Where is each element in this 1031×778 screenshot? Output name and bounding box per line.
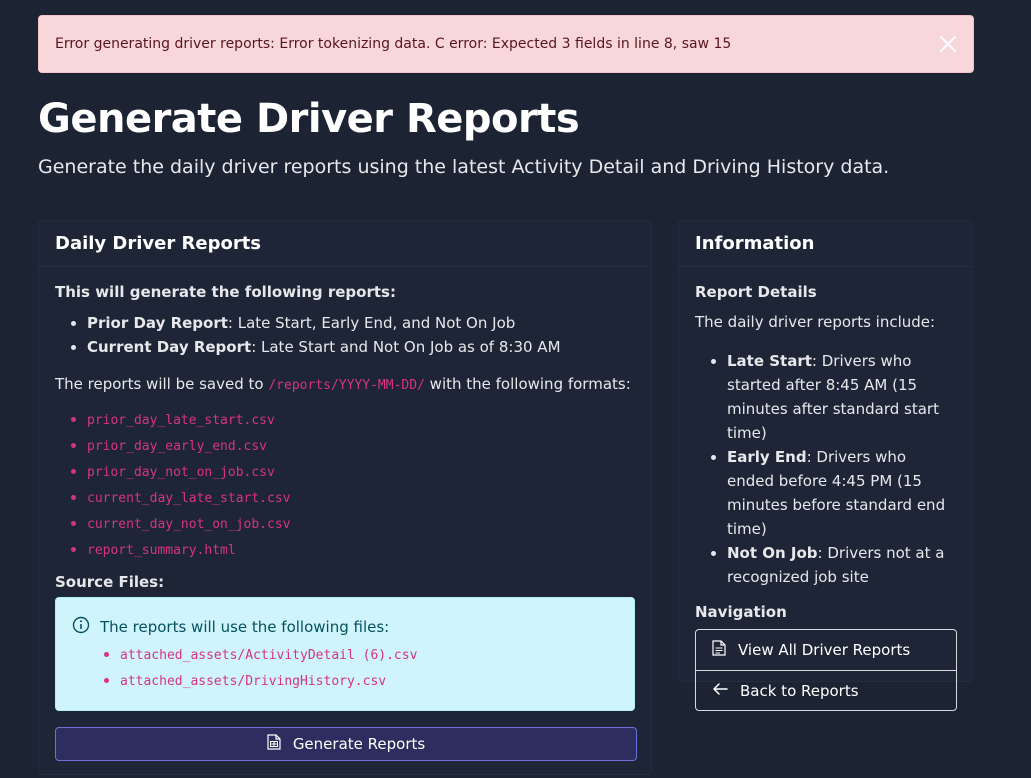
page-subtitle: Generate the daily driver reports using … [38,156,890,178]
detail-name: Early End [727,448,807,466]
list-item: Not On Job: Drivers not at a recognized … [727,541,956,589]
list-item: attached_assets/DrivingHistory.csv [120,668,618,694]
daily-reports-card: Daily Driver Reports This will generate … [38,220,652,775]
nav-label: View All Driver Reports [738,641,911,659]
page-title: Generate Driver Reports [38,96,580,142]
list-item: prior_day_not_on_job.csv [87,459,635,485]
navigation-title: Navigation [695,603,787,621]
report-name: Current Day Report [87,338,252,356]
source-files-list: attached_assets/ActivityDetail (6).csv a… [72,642,618,694]
format-file: report_summary.html [87,543,236,558]
detail-name: Late Start [727,352,812,370]
information-card: Information Report Details The daily dri… [678,220,973,711]
arrow-left-icon [712,682,728,700]
reports-intro: This will generate the following reports… [55,283,396,301]
info-text: The reports will use the following files… [100,618,390,636]
details-title: Report Details [695,283,817,301]
details-intro: The daily driver reports include: [695,313,936,331]
save-path: /reports/YYYY-MM-DD/ [268,378,425,393]
spreadsheet-icon [267,734,281,754]
back-to-reports-link[interactable]: Back to Reports [696,670,956,710]
reports-list: Prior Day Report: Late Start, Early End,… [55,311,635,359]
source-file: attached_assets/DrivingHistory.csv [120,674,387,689]
save-location-text: The reports will be saved to /reports/YY… [55,375,635,393]
view-all-reports-link[interactable]: View All Driver Reports [696,630,956,670]
error-alert: Error generating driver reports: Error t… [38,15,974,73]
list-item: prior_day_late_start.csv [87,407,635,433]
document-icon [712,640,726,660]
save-prefix: The reports will be saved to [55,375,269,393]
card-title: Information [679,221,972,267]
list-item: Current Day Report: Late Start and Not O… [87,335,635,359]
generate-label: Generate Reports [292,735,426,753]
format-file: current_day_not_on_job.csv [87,517,291,532]
format-file: prior_day_not_on_job.csv [87,465,275,480]
list-item: Late Start: Drivers who started after 8:… [727,349,956,445]
report-desc: : Late Start and Not On Job as of 8:30 A… [251,338,561,356]
list-item: report_summary.html [87,537,635,563]
info-box: The reports will use the following files… [55,597,635,711]
close-icon[interactable] [937,33,959,55]
error-message: Error generating driver reports: Error t… [55,36,732,52]
details-list: Late Start: Drivers who started after 8:… [695,349,956,589]
list-item: current_day_not_on_job.csv [87,511,635,537]
format-file: current_day_late_start.csv [87,491,291,506]
generate-reports-button[interactable]: Generate Reports [55,727,637,761]
format-file: prior_day_early_end.csv [87,439,268,454]
report-desc: : Late Start, Early End, and Not On Job [227,314,516,332]
source-files-title: Source Files: [55,573,165,591]
save-suffix: with the following formats: [424,375,631,393]
navigation-list: View All Driver Reports Back to Reports [695,629,957,711]
list-item: Early End: Drivers who ended before 4:45… [727,445,956,541]
list-item: current_day_late_start.csv [87,485,635,511]
format-file: prior_day_late_start.csv [87,413,275,428]
list-item: Prior Day Report: Late Start, Early End,… [87,311,635,335]
info-icon [72,616,90,638]
nav-label: Back to Reports [740,681,859,700]
card-title: Daily Driver Reports [39,221,651,267]
detail-name: Not On Job [727,544,818,562]
list-item: attached_assets/ActivityDetail (6).csv [120,642,618,668]
source-file: attached_assets/ActivityDetail (6).csv [120,648,418,663]
list-item: prior_day_early_end.csv [87,433,635,459]
report-name: Prior Day Report [87,314,228,332]
formats-list: prior_day_late_start.csv prior_day_early… [55,407,635,563]
